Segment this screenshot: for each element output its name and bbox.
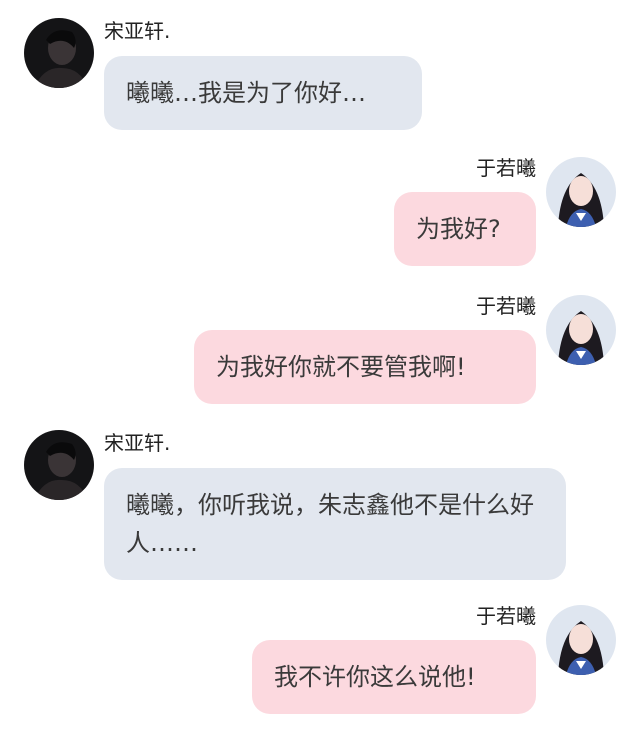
message-bubble[interactable]: 为我好? xyxy=(394,192,536,266)
sender-name: 宋亚轩. xyxy=(104,431,171,455)
message-bubble[interactable]: 曦曦，你听我说，朱志鑫他不是什么好人…… xyxy=(104,468,566,580)
sender-name: 于若曦 xyxy=(476,294,536,318)
sender-name: 于若曦 xyxy=(476,156,536,180)
female-avatar-icon[interactable] xyxy=(546,295,616,365)
sender-name: 宋亚轩. xyxy=(104,19,171,43)
message-bubble[interactable]: 我不许你这么说他! xyxy=(252,640,536,714)
sender-name: 于若曦 xyxy=(476,604,536,628)
message-bubble[interactable]: 曦曦…我是为了你好… xyxy=(104,56,422,130)
male-avatar-icon[interactable] xyxy=(24,18,94,88)
female-avatar-icon[interactable] xyxy=(546,605,616,675)
message-bubble[interactable]: 为我好你就不要管我啊! xyxy=(194,330,536,404)
male-avatar-icon[interactable] xyxy=(24,430,94,500)
female-avatar-icon[interactable] xyxy=(546,157,616,227)
